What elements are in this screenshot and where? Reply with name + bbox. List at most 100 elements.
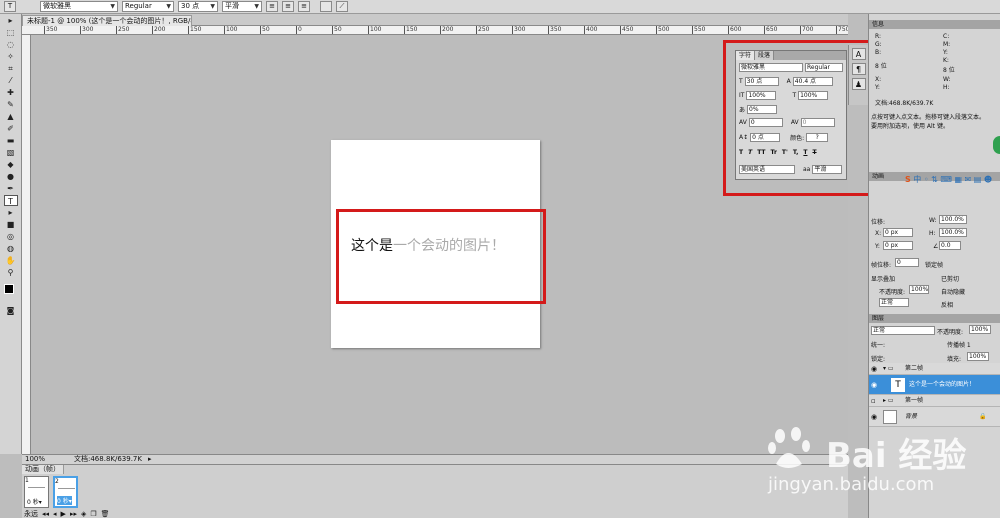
font-family-dropdown[interactable]: 微软雅黑 ▼: [40, 1, 118, 12]
ruler-tick: 150: [404, 26, 418, 34]
y-label: Y:: [875, 243, 880, 250]
move-tool-icon[interactable]: ▸: [4, 15, 18, 26]
h-field[interactable]: 100.0%: [939, 228, 967, 237]
overlay-opacity-field[interactable]: 100%: [909, 285, 929, 294]
quick-mask-icon[interactable]: ◙: [4, 305, 18, 316]
animation-tab[interactable]: 动画（帧）: [22, 465, 64, 474]
3d-orbit-icon[interactable]: ◍: [4, 243, 18, 254]
loop-dropdown[interactable]: 永远: [24, 509, 38, 518]
font-size-value: 30 点: [181, 2, 200, 10]
clip-checkbox[interactable]: 已剪切: [941, 274, 959, 283]
w-field[interactable]: 100.0%: [939, 215, 967, 224]
healing-brush-icon[interactable]: ✚: [4, 87, 18, 98]
eye-icon[interactable]: ▫: [871, 395, 876, 407]
blur-tool-icon[interactable]: ◆: [4, 159, 18, 170]
align-left-icon[interactable]: ≡: [266, 1, 278, 12]
frame-number: 1: [25, 477, 29, 484]
prev-frame-icon[interactable]: ◂: [53, 510, 57, 518]
play-icon[interactable]: ▶: [61, 510, 66, 518]
ruler-tick: 350: [548, 26, 562, 34]
history-brush-icon[interactable]: ✐: [4, 123, 18, 134]
frame-delay[interactable]: 0 秒▾: [57, 496, 72, 505]
tools-panel: ▸ ⬚ ◌ ✧ ⌗ ⁄ ✚ ✎ ▲ ✐ ▬ ▧ ◆ ● ✒ T ▸ ■ ◎ ◍ …: [0, 14, 22, 454]
foreground-color[interactable]: [4, 284, 14, 294]
gradient-tool-icon[interactable]: ▧: [4, 147, 18, 158]
info-c: C:: [943, 33, 950, 40]
type-tool-icon[interactable]: T: [3, 195, 18, 206]
frame-offset-field[interactable]: 0: [895, 258, 919, 267]
pen-tool-icon[interactable]: ✒: [4, 183, 18, 194]
animation-panel: 动画（帧） 1 0 秒▾ 2 0 秒▾ 永远 ◂◂ ◂ ▶ ▸▸ ◈ ❐ 🗑: [22, 464, 848, 518]
fill-field[interactable]: 100%: [967, 352, 989, 361]
hand-tool-icon[interactable]: ✋: [4, 255, 18, 266]
crop-tool-icon[interactable]: ⌗: [4, 63, 18, 74]
layers-panel-title[interactable]: 图层: [869, 314, 1000, 323]
eraser-tool-icon[interactable]: ▬: [4, 135, 18, 146]
animation-frame-1[interactable]: 1 0 秒▾: [24, 476, 49, 508]
y-field[interactable]: 0 px: [883, 241, 913, 250]
type-tool-icon[interactable]: T: [4, 1, 16, 12]
brush-tool-icon[interactable]: ✎: [4, 99, 18, 110]
duplicate-frame-icon[interactable]: ❐: [90, 510, 96, 518]
path-select-icon[interactable]: ▸: [4, 207, 18, 218]
info-hint-1: 点按可键入点文本。拖移可键入段落文本。: [871, 114, 986, 121]
layer-blend-dropdown[interactable]: 正常: [871, 326, 935, 335]
font-style-value: Regular: [125, 2, 152, 10]
first-frame-icon[interactable]: ◂◂: [42, 510, 49, 518]
align-right-icon[interactable]: ≡: [298, 1, 310, 12]
toolbar-icons-row: S 中 ◦ ⇅ ⌨ ▦ ✉ ▤ ☻: [905, 175, 993, 184]
propagate-frame-checkbox[interactable]: 传播帧 1: [947, 340, 971, 349]
color-swatch-button[interactable]: [320, 1, 332, 12]
magic-wand-icon[interactable]: ✧: [4, 51, 18, 62]
layer-group-frame-1[interactable]: ▫ ▸ ▭ 第一帧: [869, 395, 1000, 407]
ruler-tick: 550: [692, 26, 706, 34]
layer-text[interactable]: ◉ T 这个是一个会动的图片！: [869, 375, 1000, 395]
frame-delay[interactable]: 0 秒▾: [27, 497, 42, 506]
font-style-dropdown[interactable]: Regular ▼: [122, 1, 174, 12]
document-tab[interactable]: 未标题-1 @ 100% (这个是一个会动的图片！, RGB/8) *: [22, 15, 192, 26]
overlay-blend-dropdown[interactable]: 正常: [879, 298, 909, 307]
lasso-tool-icon[interactable]: ◌: [4, 39, 18, 50]
floating-green-button[interactable]: [993, 136, 1000, 154]
x-field[interactable]: 0 px: [883, 228, 913, 237]
status-arrow-icon[interactable]: ▸: [148, 455, 152, 464]
zoom-tool-icon[interactable]: ⚲: [4, 267, 18, 278]
stamp-tool-icon[interactable]: ▲: [4, 111, 18, 122]
eye-icon[interactable]: ◉: [871, 363, 877, 375]
lock-frame-label[interactable]: 锁定帧: [925, 260, 943, 269]
eyedropper-icon[interactable]: ⁄: [4, 75, 18, 86]
delete-frame-icon[interactable]: 🗑: [101, 510, 110, 518]
sogou-input-icon[interactable]: S: [905, 175, 911, 184]
next-frame-icon[interactable]: ▸▸: [70, 510, 77, 518]
info-w: W:: [943, 76, 951, 83]
show-overlay-checkbox[interactable]: 显示叠加: [871, 274, 895, 283]
color-swatches[interactable]: [0, 282, 21, 304]
layer-group-frame-2[interactable]: ◉ ▾ ▭ 第二帧: [869, 363, 1000, 375]
align-center-icon[interactable]: ≡: [282, 1, 294, 12]
antialias-dropdown[interactable]: 平滑 ▼: [222, 1, 262, 12]
marquee-tool-icon[interactable]: ⬚: [4, 27, 18, 38]
animation-frame-2[interactable]: 2 0 秒▾: [53, 476, 78, 508]
tween-icon[interactable]: ◈: [81, 510, 86, 518]
warp-text-icon[interactable]: ⟋: [336, 1, 348, 12]
shape-tool-icon[interactable]: ■: [4, 219, 18, 230]
zoom-level[interactable]: 100%: [25, 455, 45, 464]
ruler-tick: 50: [332, 26, 342, 34]
font-size-dropdown[interactable]: 30 点 ▼: [178, 1, 218, 12]
chevron-down-icon: ▼: [110, 3, 115, 10]
eye-icon[interactable]: ◉: [871, 375, 877, 395]
auto-hide-checkbox[interactable]: 自动隐藏: [941, 287, 965, 296]
3d-rotate-icon[interactable]: ◎: [4, 231, 18, 242]
text-layer-thumb-icon: T: [891, 378, 905, 392]
dodge-tool-icon[interactable]: ●: [4, 171, 18, 182]
info-panel-title[interactable]: 信息: [869, 20, 1000, 29]
invert-checkbox[interactable]: 反相: [941, 300, 953, 309]
w-label: W:: [929, 217, 937, 224]
info-h: H:: [943, 84, 950, 91]
layer-opacity-field[interactable]: 100%: [969, 325, 991, 334]
ruler-tick: 0: [296, 26, 302, 34]
angle-field[interactable]: 0.0: [939, 241, 961, 250]
baidu-paw-icon: [768, 427, 810, 468]
folder-icon: ▾ ▭: [883, 365, 894, 372]
ruler-tick: 750: [836, 26, 848, 34]
